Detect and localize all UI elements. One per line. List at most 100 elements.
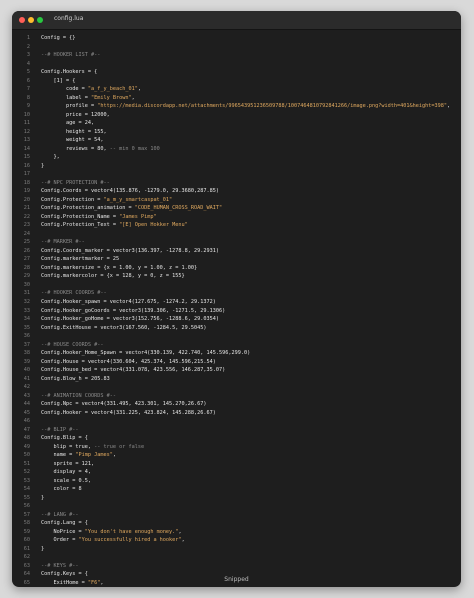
code-line: 55}: [12, 494, 461, 503]
line-text: --# NPC PROTECTION #--: [41, 179, 110, 186]
line-number: 25: [23, 239, 30, 246]
line-number: 3: [26, 52, 30, 59]
line-text: reviews = 80, -- min 0 max 100: [41, 145, 160, 152]
code-line: 21 Config.Protection_animation = "CODE_HU…: [12, 204, 461, 213]
code-line: 34 Config.Hooker_goHome = vector3(152.756…: [12, 315, 461, 324]
code-line: 8 label = "Emily Brown",: [12, 94, 461, 103]
line-number: 2: [26, 43, 30, 50]
line-text: name = "Pimp James",: [41, 452, 116, 459]
line-number: 50: [23, 452, 30, 459]
line-number: 7: [26, 86, 30, 93]
code-line: 12 height = 155,: [12, 128, 461, 137]
code-line: 38 Config.Hooker_Home_Spawn = vector4(330…: [12, 349, 461, 358]
line-number: 17: [23, 171, 30, 178]
line-text: }: [41, 162, 45, 169]
code-line: 49 blip = true, -- true or false: [12, 443, 461, 452]
line-number: 52: [23, 469, 30, 476]
code-line: 62: [12, 553, 461, 562]
code-line: 57 --# LANG #--: [12, 511, 461, 520]
line-number: 40: [23, 367, 30, 374]
code-line: 4: [12, 60, 461, 69]
line-text: Config.markersize = {x = 1.00, y = 1.00,…: [41, 264, 198, 271]
line-number: 27: [23, 256, 30, 263]
line-number: 46: [23, 418, 30, 425]
line-number: 62: [23, 554, 30, 561]
line-number: 29: [23, 273, 30, 280]
line-text: weight = 54,: [41, 137, 104, 144]
code-line: 3 --# HOOKER LIST #--: [12, 51, 461, 60]
line-number: 30: [23, 281, 30, 288]
line-number: 8: [26, 94, 30, 101]
line-text: sprite = 121,: [41, 460, 95, 467]
line-text: code = "a_f_y_beach_01",: [41, 86, 141, 93]
code-line: 56: [12, 502, 461, 511]
code-line: 48 Config.Blip = {: [12, 434, 461, 443]
line-number: 41: [23, 375, 30, 382]
line-text: height = 155,: [41, 128, 107, 135]
line-number: 4: [26, 60, 30, 67]
line-number: 21: [23, 205, 30, 212]
line-text: },: [41, 154, 60, 161]
line-text: Config.Hooker_goCoords = vector3(139.306…: [41, 307, 226, 314]
code-line: 45 Config.Hooker = vector4(331.225, 423.8…: [12, 409, 461, 418]
code-line: 20 Config.Protection = "a_m_y_smartcaspat…: [12, 196, 461, 205]
code-window: config.lua 1 Config = {} 2 3 --# HOOKER LIST…: [12, 11, 461, 587]
line-number: 39: [23, 358, 30, 365]
line-number: 53: [23, 477, 30, 484]
line-number: 31: [23, 290, 30, 297]
code-line: 11 age = 24,: [12, 119, 461, 128]
line-text: Config.Blip = {: [41, 435, 88, 442]
line-number: 63: [23, 562, 30, 569]
line-text: Config.markercolor = {x = 128, y = 0, z …: [41, 273, 185, 280]
line-text: Config.Lang = {: [41, 520, 88, 527]
line-text: Order = "You successfully hired a hooker…: [41, 537, 185, 544]
line-text: --# HOOKER COORDS #--: [41, 290, 107, 297]
code-line: 10 price = 12000,: [12, 111, 461, 120]
line-text: Config.Hooker_goHome = vector3(152.756, …: [41, 316, 220, 323]
code-line: 37 --# HOUSE COORDS #--: [12, 341, 461, 350]
code-line: 33 Config.Hooker_goCoords = vector3(139.3…: [12, 307, 461, 316]
line-number: 10: [23, 111, 30, 118]
line-number: 44: [23, 401, 30, 408]
code-line: 1 Config = {}: [12, 34, 461, 43]
line-number: 56: [23, 503, 30, 510]
line-text: Config.Protection = "a_m_y_smartcaspat_0…: [41, 196, 173, 203]
code-line: 7 code = "a_f_y_beach_01",: [12, 85, 461, 94]
line-number: 1: [26, 35, 30, 41]
line-number: 22: [23, 213, 30, 220]
close-button[interactable]: [19, 17, 25, 23]
code-line: 50 name = "Pimp James",: [12, 451, 461, 460]
code-line: 46: [12, 417, 461, 426]
line-number: 61: [23, 545, 30, 552]
maximize-button[interactable]: [37, 17, 43, 23]
line-text: Config.Coords = vector4(135.876, -1279.0…: [41, 188, 220, 195]
line-text: Config.House_bed = vector4(331.078, 423.…: [41, 367, 226, 374]
line-number: 37: [23, 341, 30, 348]
line-number: 48: [23, 435, 30, 442]
code-line: 29 Config.markercolor = {x = 128, y = 0, …: [12, 272, 461, 281]
code-editor[interactable]: 1 Config = {} 2 3 --# HOOKER LIST #-- 4 5 Confi…: [12, 34, 461, 587]
footer-caption: Snipped: [224, 576, 249, 583]
line-text: NoPrice = "You don't have enough money."…: [41, 528, 182, 535]
minimize-button[interactable]: [28, 17, 34, 23]
line-text: blip = true, -- true or false: [41, 443, 145, 450]
line-text: --# HOOKER LIST #--: [41, 52, 101, 59]
line-text: --# BLIP #--: [41, 426, 79, 433]
line-number: 12: [23, 128, 30, 135]
code-line: 27 Config.markertmarker = 25: [12, 255, 461, 264]
line-number: 57: [23, 511, 30, 518]
code-line: 43 --# ANIMATION COORDS #--: [12, 392, 461, 401]
code-line: 26 Config.Coords_marker = vector3(136.397…: [12, 247, 461, 256]
line-number: 45: [23, 409, 30, 416]
line-number: 49: [23, 443, 30, 450]
line-text: --# MARKER #--: [41, 239, 85, 246]
line-text: color = 8: [41, 486, 82, 493]
code-line: 40 Config.House_bed = vector4(331.078, 42…: [12, 366, 461, 375]
line-text: --# KEYS #--: [41, 562, 79, 569]
window-title: config.lua: [54, 15, 84, 22]
line-number: 43: [23, 392, 30, 399]
line-text: Config.Protection_Text = "[E] Open Hokke…: [41, 222, 188, 229]
line-number: 47: [23, 426, 30, 433]
code-line: 54 color = 8: [12, 485, 461, 494]
line-text: age = 24,: [41, 120, 95, 127]
